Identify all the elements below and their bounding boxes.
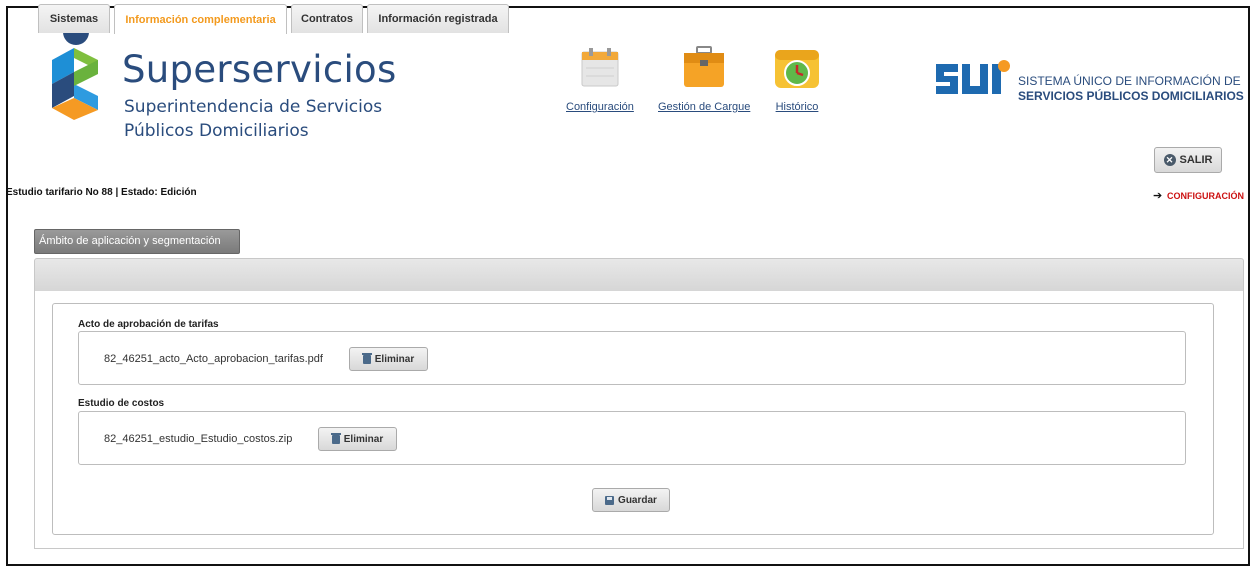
configuracion-link[interactable]: CONFIGURACIÓN: [1167, 191, 1244, 201]
trash-icon: [330, 432, 341, 444]
tab-informacion-complementaria[interactable]: Información complementaria: [114, 4, 287, 34]
close-icon: ✕: [1163, 154, 1176, 166]
brand-subtitle-line2: Públicos Domiciliarios: [124, 121, 309, 141]
acto-delete-button[interactable]: Eliminar: [349, 347, 428, 371]
brand-subtitle-line1: Superintendencia de Servicios: [124, 97, 383, 117]
acto-delete-label: Eliminar: [374, 353, 415, 365]
ambito-button[interactable]: Ámbito de aplicación y segmentación: [34, 229, 240, 254]
nav-label-configuracion[interactable]: Configuración: [566, 101, 634, 113]
sui-line1: SISTEMA ÚNICO DE INFORMACIÓN DE: [1018, 74, 1241, 88]
superservicios-logo: [52, 19, 98, 120]
estudio-file-name: 82_46251_estudio_Estudio_costos.zip: [104, 433, 293, 445]
nav-gestion-cargue[interactable]: Gestión de Cargue: [658, 44, 750, 113]
estudio-delete-label: Eliminar: [343, 433, 384, 445]
sui-line2: SERVICIOS PÚBLICOS DOMICILIARIOS: [1018, 89, 1244, 103]
estudio-section-label: Estudio de costos: [78, 398, 165, 409]
guardar-button[interactable]: Guardar: [592, 488, 670, 512]
nav-label-historico[interactable]: Histórico: [773, 101, 821, 113]
tab-contratos[interactable]: Contratos: [291, 4, 363, 33]
brand-title: Superservicios: [122, 48, 397, 91]
nav-historico[interactable]: Histórico: [773, 44, 821, 113]
guardar-label: Guardar: [618, 494, 657, 506]
trash-icon: [361, 352, 372, 364]
nav-configuracion[interactable]: Configuración: [566, 44, 634, 113]
sui-logo: [936, 60, 1010, 94]
arrow-right-icon: ➔: [1153, 190, 1163, 202]
briefcase-icon: [684, 46, 725, 87]
tab-informacion-registrada[interactable]: Información registrada: [367, 4, 509, 33]
estudio-status: Estudio tarifario No 88 | Estado: Edició…: [6, 187, 197, 198]
estudio-delete-button[interactable]: Eliminar: [318, 427, 397, 451]
nav-label-gestion-cargue[interactable]: Gestión de Cargue: [658, 101, 750, 113]
save-disk-icon: [605, 495, 615, 505]
salir-label: SALIR: [1179, 154, 1213, 166]
acto-file-name: 82_46251_acto_Acto_aprobacion_tarifas.pd…: [104, 353, 323, 365]
acto-section-label: Acto de aprobación de tarifas: [78, 319, 219, 330]
salir-button[interactable]: ✕ SALIR: [1154, 147, 1222, 173]
tab-sistemas[interactable]: Sistemas: [38, 4, 110, 33]
history-clock-icon: [775, 50, 819, 88]
tab-bar: [34, 258, 1244, 292]
calendar-icon: [581, 48, 619, 87]
